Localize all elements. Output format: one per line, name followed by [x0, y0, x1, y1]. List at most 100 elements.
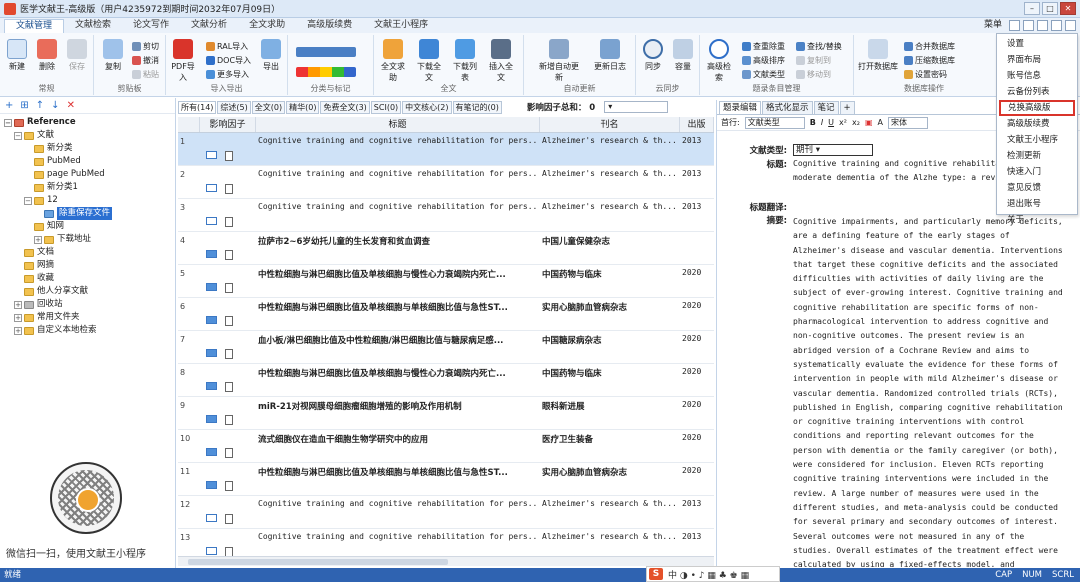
tree-item[interactable]: PubMed: [0, 155, 175, 168]
tree-item[interactable]: −12: [0, 194, 175, 207]
tree-root[interactable]: − Reference: [0, 116, 175, 129]
tree-item[interactable]: 网摘: [0, 259, 175, 272]
tree-item[interactable]: page PubMed: [0, 168, 175, 181]
document-icon[interactable]: [225, 283, 233, 293]
advanced-sort-button[interactable]: 高级排序: [742, 55, 785, 66]
tree-item[interactable]: + 下载地址: [0, 233, 175, 246]
document-icon[interactable]: [225, 415, 233, 425]
merge-database-button[interactable]: 合并数据库: [904, 41, 955, 52]
filter-chinese-core[interactable]: 中文核心(2): [402, 100, 452, 114]
mail-icon[interactable]: [206, 250, 217, 258]
menu-item-account[interactable]: 账号信息: [997, 68, 1077, 84]
abstract-field[interactable]: Cognitive impairments, and particularly …: [793, 215, 1067, 567]
tab-paper-writing[interactable]: 论文写作: [122, 19, 180, 33]
col-title[interactable]: 标题: [256, 117, 540, 132]
document-icon[interactable]: [225, 349, 233, 359]
filter-featured[interactable]: 精华(0): [286, 100, 320, 114]
filter-with-notes[interactable]: 有笔记的(0): [452, 100, 502, 114]
layout-icon[interactable]: [1009, 19, 1020, 31]
tab-literature-manage[interactable]: 文献管理: [4, 19, 65, 33]
menu-item-feedback[interactable]: 意见反馈: [997, 180, 1077, 196]
mail-icon[interactable]: [206, 283, 217, 291]
ral-import-button[interactable]: RAL导入: [206, 41, 248, 52]
paste-button[interactable]: 粘贴: [132, 69, 159, 80]
delete-icon[interactable]: ✕: [67, 100, 75, 111]
open-database-button[interactable]: 打开数据库: [858, 39, 898, 72]
menu-item-check-update[interactable]: 检测更新: [997, 148, 1077, 164]
tab-record-edit[interactable]: 题录编辑: [719, 101, 762, 114]
field-select[interactable]: 文献类型: [744, 116, 805, 129]
new-button[interactable]: 新建: [2, 39, 32, 72]
tab-formatted-view[interactable]: 格式化显示: [762, 101, 813, 114]
export-button[interactable]: 导出: [256, 39, 286, 72]
table-row[interactable]: 4 拉萨市2~6岁幼托儿童的生长发育和贫血调查 中国儿童保健杂志: [178, 232, 714, 265]
font-select[interactable]: 宋体: [887, 116, 928, 129]
set-password-button[interactable]: 设置密码: [904, 69, 947, 80]
tree-item[interactable]: 知网: [0, 220, 175, 233]
mail-icon[interactable]: [206, 316, 217, 324]
table-row[interactable]: 13 Cognitive training and cognitive rehab…: [178, 529, 714, 557]
move-to-button[interactable]: 移动到: [796, 69, 831, 80]
tree-item[interactable]: 他人分享文献: [0, 285, 175, 298]
tab-literature-analysis[interactable]: 文献分析: [180, 19, 238, 33]
horizontal-scrollbar[interactable]: [178, 556, 714, 566]
italic-icon[interactable]: I: [821, 118, 823, 127]
mail-icon[interactable]: [206, 547, 217, 555]
tree-item[interactable]: − 文献: [0, 129, 175, 142]
tab-mini-program[interactable]: 文献王小程序: [363, 19, 439, 33]
tree-item[interactable]: + 自定义本地检索: [0, 324, 175, 337]
table-row[interactable]: 11 中性粒细胞与淋巴细胞比值及单核细胞与单核细胞比值与急性ST... 实用心脑肺血…: [178, 463, 714, 496]
copy-button[interactable]: 复制: [98, 39, 128, 72]
window-icon[interactable]: [1023, 19, 1034, 31]
undo-button[interactable]: 撤消: [132, 55, 159, 66]
superscript-icon[interactable]: x²: [839, 118, 847, 127]
filter-fulltext[interactable]: 全文(0): [251, 100, 286, 114]
mail-icon[interactable]: [206, 151, 217, 159]
menu-item-layout[interactable]: 界面布局: [997, 52, 1077, 68]
table-row[interactable]: 8 中性粒细胞与淋巴细胞比值及单核细胞与慢性心力衰竭院内死亡... 中国药物与临床 2…: [178, 364, 714, 397]
save-button[interactable]: 保存: [62, 39, 92, 72]
impact-filter-select[interactable]: ▾: [604, 101, 669, 113]
mail-icon[interactable]: [206, 481, 217, 489]
menu-item-mini-program[interactable]: 文献王小程序: [997, 132, 1077, 148]
table-row[interactable]: 12 Cognitive training and cognitive rehab…: [178, 496, 714, 529]
mail-icon[interactable]: [206, 217, 217, 225]
more-import-button[interactable]: 更多导入: [206, 69, 249, 80]
table-row[interactable]: 9 miR-21对视网膜母细胞瘤细胞增殖的影响及作用机制 眼科新进展 2020: [178, 397, 714, 430]
clear-format-icon[interactable]: ▣: [865, 118, 873, 127]
col-impact-factor[interactable]: 影响因子: [200, 117, 256, 132]
update-log-button[interactable]: 更新日志: [590, 39, 630, 72]
close-button[interactable]: ✕: [1060, 2, 1076, 15]
capacity-button[interactable]: 容量: [668, 39, 698, 72]
tree-item[interactable]: + 回收站: [0, 298, 175, 311]
tree-item[interactable]: 文档: [0, 246, 175, 259]
table-row[interactable]: 3 Cognitive training and cognitive rehabi…: [178, 199, 714, 232]
user-icon[interactable]: [1065, 19, 1076, 31]
mail-icon[interactable]: [206, 382, 217, 390]
filter-review[interactable]: 综述(5): [217, 100, 251, 114]
sync-button[interactable]: 同步: [638, 39, 668, 72]
mail-icon[interactable]: [206, 448, 217, 456]
bold-icon[interactable]: B: [810, 118, 816, 127]
help-icon[interactable]: [1051, 19, 1062, 31]
mail-icon[interactable]: [206, 184, 217, 192]
mail-icon[interactable]: [206, 349, 217, 357]
add-auto-update-button[interactable]: 新增自动更新: [538, 39, 580, 83]
compress-database-button[interactable]: 压缩数据库: [904, 55, 955, 66]
cut-button[interactable]: 剪切: [132, 41, 159, 52]
menu-item-cloud-backup[interactable]: 云备份列表: [997, 84, 1077, 100]
fulltext-help-button[interactable]: 全文求助: [378, 39, 408, 83]
document-icon[interactable]: [225, 184, 233, 194]
document-icon[interactable]: [225, 448, 233, 458]
find-replace-button[interactable]: 查找/替换: [796, 41, 842, 52]
up-icon[interactable]: ↑: [36, 100, 44, 111]
doc-import-button[interactable]: DOC导入: [206, 55, 251, 66]
filter-free-fulltext[interactable]: 免费全文(3): [320, 100, 370, 114]
menu-button[interactable]: 菜单: [980, 19, 1006, 31]
menu-item-renew[interactable]: 高级版续费: [997, 116, 1077, 132]
document-icon[interactable]: [225, 382, 233, 392]
like-icon[interactable]: [1037, 19, 1048, 31]
insert-fulltext-button[interactable]: 插入全文: [486, 39, 516, 83]
filter-all[interactable]: 所有(14): [178, 100, 217, 114]
pdf-import-button[interactable]: PDF导入: [168, 39, 198, 83]
